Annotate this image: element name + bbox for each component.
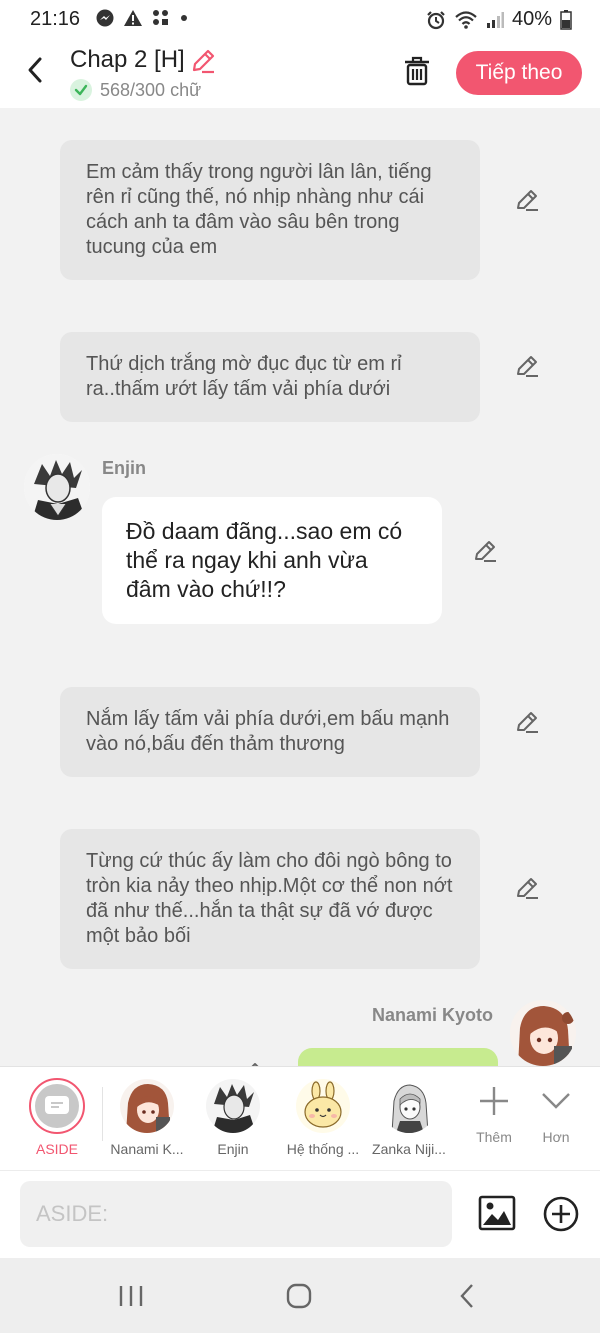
top-app-bar: Chap 2 [H] 568/300 chữ Tiếp theo [0,38,600,108]
chevron-down-icon [542,1093,570,1109]
aside-avatar[interactable] [29,1078,85,1134]
wifi-icon [455,10,477,29]
chat-area[interactable]: Em cảm thấy trong người lân lân, tiếng r… [0,108,600,1066]
character-label: Nanami K... [110,1141,184,1157]
word-count: 568/300 chữ [70,79,201,101]
signal-icon [486,11,504,28]
character-label: Zanka Niji... [372,1141,446,1157]
insert-image-button[interactable] [478,1195,516,1231]
character-label: Hệ thống ... [286,1141,360,1157]
character-zanka[interactable]: Zanka Niji... [364,1067,454,1171]
back-button[interactable] [20,52,50,88]
character-avatar [206,1079,260,1133]
add-content-button[interactable] [542,1195,580,1233]
chat-bubble-icon [45,1096,69,1114]
edit-message-icon[interactable] [514,187,540,213]
character-nanami[interactable]: Nanami K... [102,1067,192,1171]
compose-bar [0,1170,600,1258]
character-label: Enjin [217,1141,249,1157]
next-button[interactable]: Tiếp theo [456,51,582,95]
character-avatar [296,1079,350,1133]
status-bar: 21:16 40% [0,0,600,38]
speaker-name: Nanami Kyoto [372,1005,494,1025]
battery-icon [560,9,572,30]
system-back-button[interactable] [447,1278,487,1314]
character-he-thong[interactable]: Hệ thống ... [278,1067,368,1171]
chapter-title: Chap 2 [H] [70,46,185,73]
edit-title-icon[interactable] [190,48,216,74]
message-input[interactable] [20,1181,452,1247]
status-time: 21:16 [30,8,81,30]
plus-circle-icon [543,1196,579,1232]
apps-icon [153,10,168,25]
recents-icon [119,1286,143,1306]
recent-apps-button[interactable] [111,1278,151,1314]
character-message-partial[interactable] [298,1048,498,1066]
edit-message-icon[interactable] [514,709,540,735]
character-message[interactable]: Đồ daam đãng...sao em có thể ra ngay khi… [102,497,442,624]
back-icon [460,1284,473,1308]
narration-message[interactable]: Thứ dịch trắng mờ đục đục từ em rỉ ra..t… [60,332,480,422]
add-character-button[interactable]: Thêm [464,1081,524,1161]
edit-message-icon[interactable] [514,875,540,901]
nanami-avatar[interactable] [510,1000,576,1066]
messenger-icon [96,9,114,27]
narration-message[interactable]: Em cảm thấy trong người lân lân, tiếng r… [60,140,480,280]
word-count-text: 568/300 chữ [100,79,202,100]
delete-button[interactable] [398,52,436,90]
speaker-name: Enjin [102,458,146,478]
status-icons-left [96,9,189,27]
character-avatar [120,1079,174,1133]
status-icons-right: 40% [426,8,572,31]
more-characters-button[interactable]: Hơn [526,1081,586,1161]
edit-message-icon[interactable] [472,538,498,564]
trash-icon [405,56,429,86]
home-icon [286,1283,312,1309]
battery-percent: 40% [511,8,552,30]
character-enjin[interactable]: Enjin [188,1067,278,1171]
narration-message[interactable]: Từng cứ thúc ấy làm cho đôi ngò bông to … [60,829,480,969]
add-label: Thêm [476,1129,512,1145]
edit-message-icon[interactable] [514,353,540,379]
dot-icon [181,15,187,21]
more-label: Hơn [542,1129,570,1145]
character-avatar [382,1079,436,1133]
image-icon [478,1195,516,1231]
plus-icon [480,1087,508,1115]
system-navigation-bar [0,1258,600,1333]
home-button[interactable] [279,1278,319,1314]
narration-message[interactable]: Nắm lấy tấm vải phía dưới,em bấu mạnh và… [60,687,480,777]
enjin-avatar[interactable] [24,454,90,520]
alarm-icon [427,10,445,29]
chevron-left-icon [28,57,42,83]
aside-label: ASIDE [35,1141,78,1157]
check-icon [70,79,92,101]
alert-icon [124,10,142,26]
character-selector: ASIDE Nanami K... Enjin Hệ thống ... Zan… [0,1066,600,1170]
